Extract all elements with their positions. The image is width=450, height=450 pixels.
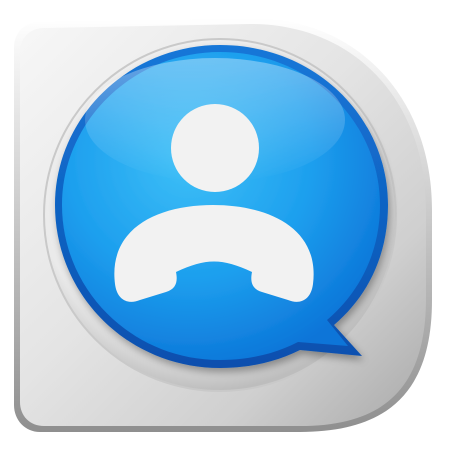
app-icon-stage xyxy=(0,0,450,450)
app-icon[interactable] xyxy=(0,0,450,450)
contact-head-icon xyxy=(171,104,259,192)
